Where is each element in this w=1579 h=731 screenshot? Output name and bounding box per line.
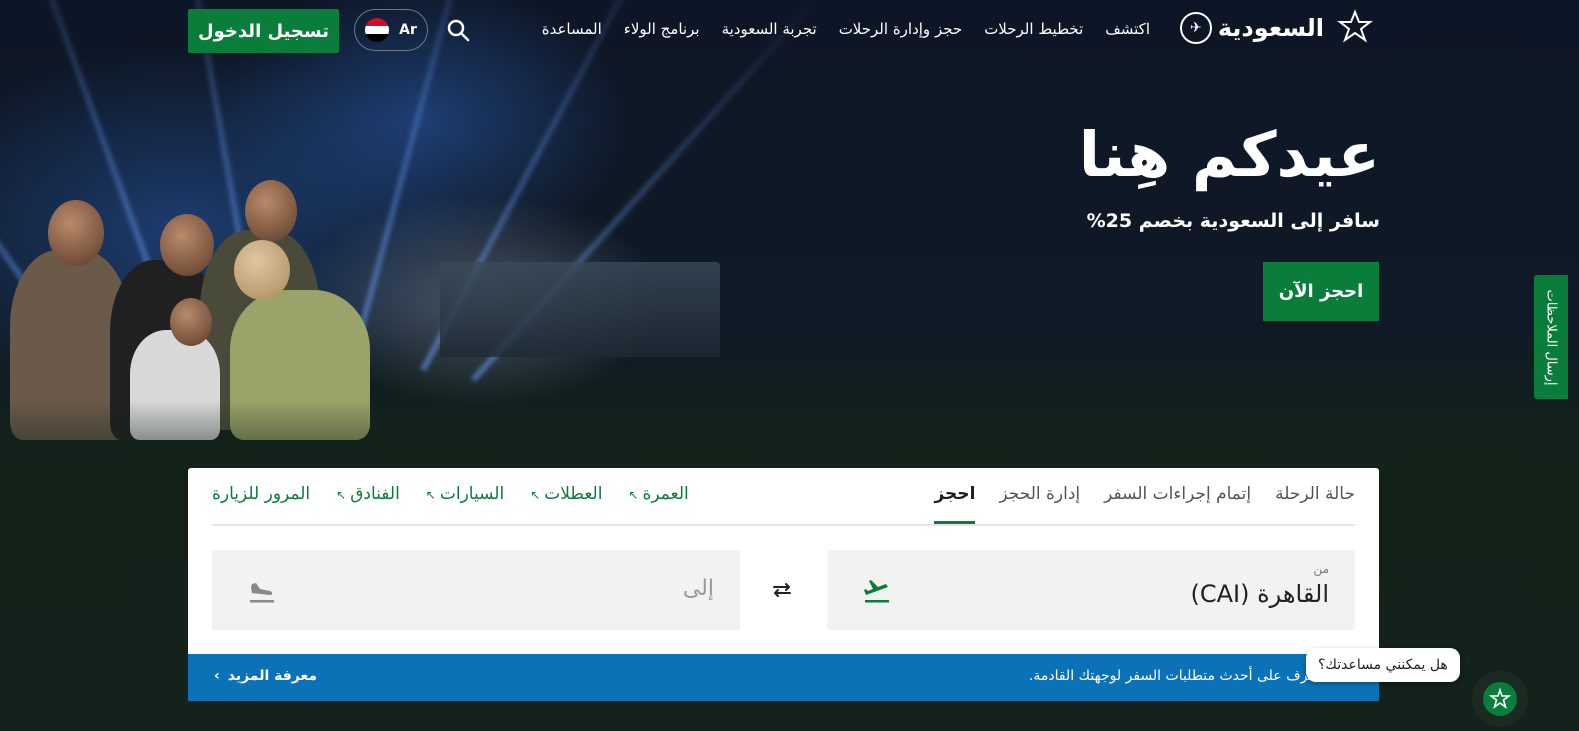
chat-button[interactable]	[1472, 671, 1528, 727]
tab-flight-status[interactable]: حالة الرحلة	[1275, 484, 1355, 524]
tab-manage-booking[interactable]: إدارة الحجز	[999, 484, 1080, 524]
search-icon[interactable]	[446, 18, 470, 42]
chat-logo-icon	[1483, 682, 1517, 716]
logo-text: السعودية	[1217, 14, 1324, 42]
main-menu: اكتشف تخطيط الرحلات حجز وإدارة الرحلات ت…	[542, 20, 1150, 38]
origin-label: من	[1313, 562, 1329, 576]
link-umrah[interactable]: العمرة↖	[628, 484, 688, 504]
landing-icon	[250, 583, 274, 603]
nav-help[interactable]: المساعدة	[542, 20, 602, 38]
booking-widget: احجز إدارة الحجز إتمام إجراءات السفر حال…	[188, 468, 1379, 654]
book-now-button[interactable]: احجز الآن	[1263, 262, 1379, 321]
takeoff-icon	[864, 580, 889, 603]
nav-discover[interactable]: اكتشف	[1105, 20, 1150, 38]
skyteam-icon: ✈	[1179, 12, 1212, 44]
chevron-left-icon: ‹	[214, 668, 220, 684]
link-cars[interactable]: السيارات↖	[426, 484, 504, 504]
travel-notice-banner: تعرف على أحدث متطلبات السفر لوجهتك القاد…	[188, 654, 1379, 701]
swap-icon[interactable]	[770, 578, 794, 602]
hero-subtitle: سافر إلى السعودية بخصم 25%	[1086, 210, 1380, 232]
origin-field[interactable]: من القاهرة (CAI)	[827, 550, 1355, 630]
top-navigation: ✈ السعودية اكتشف تخطيط الرحلات حجز وإدار…	[188, 0, 1380, 60]
palm-swords-icon	[1337, 9, 1373, 43]
external-arrow-icon: ↖	[628, 488, 639, 502]
link-hotels[interactable]: الفنادق↖	[336, 484, 400, 504]
nav-trip-planning[interactable]: تخطيط الرحلات	[984, 20, 1083, 38]
external-arrow-icon: ↖	[530, 488, 541, 502]
link-holidays[interactable]: العطلات↖	[530, 484, 602, 504]
origin-value: القاهرة (CAI)	[1190, 580, 1329, 608]
chat-prompt-bubble[interactable]: هل يمكنني مساعدتك؟	[1306, 648, 1460, 682]
hero-title: عيدكم هِنا	[1078, 118, 1380, 191]
link-transit-visit[interactable]: المرور للزيارة	[212, 484, 310, 504]
tab-book[interactable]: احجز	[934, 484, 976, 524]
language-selector[interactable]: Ar	[354, 9, 428, 51]
nav-saudia-experience[interactable]: تجربة السعودية	[722, 20, 817, 38]
external-links: المرور للزيارة الفنادق↖ السيارات↖ العطلا…	[212, 484, 689, 504]
destination-field[interactable]: إلى	[212, 550, 740, 630]
tabs-divider	[212, 524, 1355, 526]
feedback-tab[interactable]: إرسال الملاحظات	[1534, 275, 1568, 399]
notice-text: تعرف على أحدث متطلبات السفر لوجهتك القاد…	[1028, 668, 1319, 684]
nav-loyalty[interactable]: برنامج الولاء	[624, 20, 700, 38]
tab-check-in[interactable]: إتمام إجراءات السفر	[1104, 484, 1251, 524]
learn-more-link[interactable]: ‹ معرفة المزيد	[214, 668, 317, 684]
external-arrow-icon: ↖	[336, 488, 347, 502]
login-button[interactable]: تسجيل الدخول	[188, 9, 339, 53]
booking-tabs: احجز إدارة الحجز إتمام إجراءات السفر حال…	[934, 484, 1355, 524]
external-arrow-icon: ↖	[425, 488, 436, 502]
feedback-label: إرسال الملاحظات	[1543, 288, 1559, 386]
egypt-flag-icon	[365, 18, 390, 42]
nav-book-manage[interactable]: حجز وإدارة الرحلات	[839, 20, 963, 38]
destination-placeholder: إلى	[682, 576, 714, 601]
language-code: Ar	[399, 22, 417, 38]
saudia-logo[interactable]: ✈ السعودية	[1179, 8, 1380, 48]
